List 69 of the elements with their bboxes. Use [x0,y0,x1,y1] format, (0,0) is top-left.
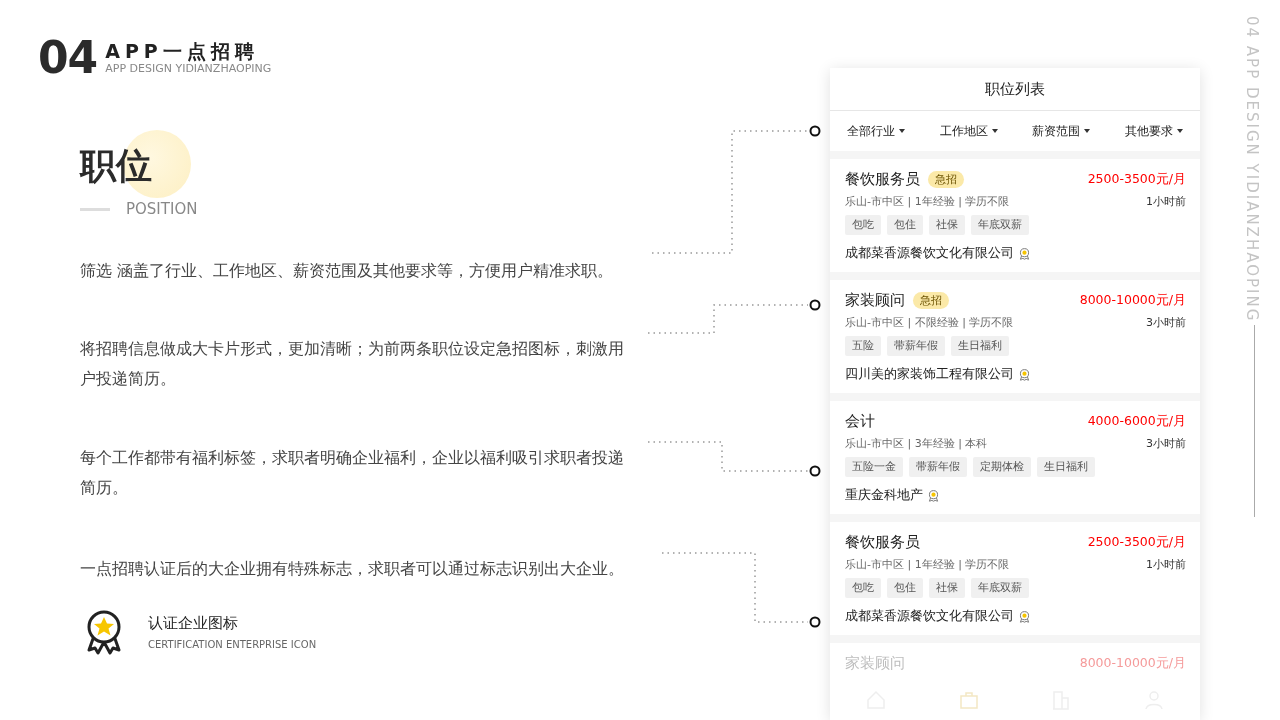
job-meta: 乐山-市中区 | 不限经验 | 学历不限 [845,316,1014,330]
job-card[interactable]: 餐饮服务员 2500-3500元/月 乐山-市中区 | 1年经验 | 学历不限 1小时前 包吃 包住 社保 年底双薪 成都菜香源餐饮文化有限公司 [830,522,1200,635]
job-card[interactable]: 家装顾问 急招 8000-10000元/月 乐山-市中区 | 不限经验 | 学历不限 3小时前 五险 带薪年假 生日福利 四川美的家装饰工程有限公司 [830,280,1200,393]
note-text: 将招聘信息做成大卡片形式，更加清晰；为前两条职位设定急招图标，刺激用户投递简历。 [80,338,625,390]
benefit-tag: 包住 [887,215,923,235]
job-title: 会计 [845,411,875,431]
filter-dropdown[interactable]: 其他要求 [1122,120,1185,142]
salary-text: 8000-10000元/月 [1079,654,1186,672]
company-name: 重庆金科地产 [845,486,923,504]
job-card[interactable]: 会计 4000-6000元/月 乐山-市中区 | 3年经验 | 本科 3小时前 五险一金 带薪年假 定期体检 生日福利 重庆金科地产 [830,401,1200,514]
posted-time: 1小时前 [1146,195,1186,209]
benefit-tag: 五险 [845,336,881,356]
side-label: 04 APP DESIGN YIDIANZHAOPING [1243,16,1261,323]
screen-title: 职位列表 [985,79,1045,99]
deck-subtitle: APP DESIGN YIDIANZHAOPING [105,62,272,76]
benefit-tag: 生日福利 [951,336,1009,356]
job-meta: 乐山-市中区 | 3年经验 | 本科 [845,437,988,451]
benefit-tag: 年底双薪 [971,578,1029,598]
job-meta: 乐山-市中区 | 1年经验 | 学历不限 [845,195,1010,209]
note-text: 每个工作都带有福利标签，求职者明确企业福利，企业以福利吸引求职者投递简历。 [80,447,625,499]
note-text: 一点招聘认证后的大企业拥有特殊标志，求职者可以通过标志识别出大企业。 [80,558,625,580]
urgent-badge: 急招 [913,291,949,309]
job-card[interactable]: 餐饮服务员 急招 2500-3500元/月 乐山-市中区 | 1年经验 | 学历不限 1小时前 包吃 包住 社保 年底双薪 成都菜香源餐饮文化有限公司 [830,159,1200,272]
posted-time: 1小时前 [1146,558,1186,572]
posted-time: 3小时前 [1146,316,1186,330]
benefit-tag: 社保 [929,578,965,598]
certified-medal-icon [1018,246,1031,260]
filter-dropdown[interactable]: 工作地区 [937,120,1000,142]
section-subtitle: POSITION [126,200,198,218]
job-title: 餐饮服务员 [845,532,920,552]
benefit-tag: 年底双薪 [971,215,1029,235]
caret-icon [899,129,906,133]
certified-medal-icon [1018,367,1031,381]
benefit-tag: 五险一金 [845,457,903,477]
note-text: 筛选 涵盖了行业、工作地区、薪资范围及其他要求等，方便用户精准求职。 [80,260,615,282]
benefit-tag: 包吃 [845,578,881,598]
caret-icon [991,129,998,133]
salary-text: 2500-3500元/月 [1087,533,1186,551]
caret-icon [1176,129,1183,133]
company-name: 四川美的家装饰工程有限公司 [845,365,1014,383]
caret-icon [1084,129,1091,133]
benefit-tag: 带薪年假 [909,457,967,477]
legend-title: 认证企业图标 [148,614,239,633]
benefit-tag: 社保 [929,215,965,235]
briefcase-icon[interactable] [957,689,980,711]
section-number: 04 [38,36,98,80]
job-title: 家装顾问 [845,290,905,310]
salary-text: 4000-6000元/月 [1087,412,1186,430]
salary-text: 8000-10000元/月 [1079,291,1186,309]
urgent-badge: 急招 [928,170,964,188]
benefit-tag: 包住 [887,578,923,598]
benefit-tag: 定期体检 [973,457,1031,477]
job-meta: 乐山-市中区 | 1年经验 | 学历不限 [845,558,1010,572]
filter-dropdown[interactable]: 全部行业 [845,120,908,142]
filter-dropdown[interactable]: 薪资范围 [1030,120,1093,142]
posted-time: 3小时前 [1146,437,1186,451]
deck-title: APP一点招聘 [105,40,260,62]
job-title: 餐饮服务员 [845,169,920,189]
benefit-tag: 带薪年假 [887,336,945,356]
certified-medal-icon [927,488,940,502]
benefit-tag: 包吃 [845,215,881,235]
legend-subtitle: CERTIFICATION ENTERPRISE ICON [148,639,317,650]
benefit-tag: 生日福利 [1037,457,1095,477]
certified-medal-icon [1018,609,1031,623]
company-name: 成都菜香源餐饮文化有限公司 [845,244,1014,262]
salary-text: 2500-3500元/月 [1087,170,1186,188]
job-title: 家装顾问 [845,653,905,673]
section-title: 职位 [80,144,152,188]
company-name: 成都菜香源餐饮文化有限公司 [845,607,1014,625]
